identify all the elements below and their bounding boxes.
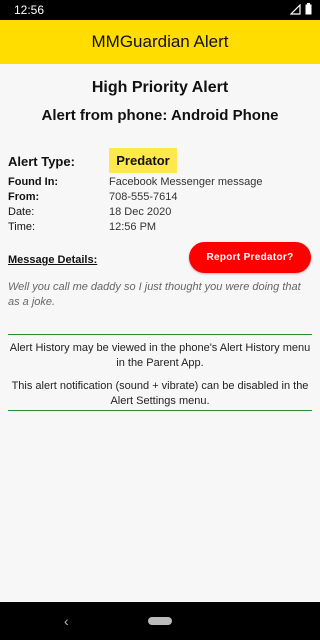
alert-history-note: Alert History may be viewed in the phone…: [9, 342, 311, 369]
time-value: 12:56 PM: [109, 221, 157, 233]
from-label: From:: [8, 191, 40, 203]
app-bar: MMGuardian Alert: [0, 20, 320, 64]
date-value: 18 Dec 2020: [109, 206, 172, 218]
date-label: Date:: [8, 206, 35, 218]
from-value: 708-555-7614: [109, 191, 178, 203]
message-text: Well you call me daddy so I just thought…: [8, 281, 301, 308]
battery-icon: [305, 3, 312, 15]
status-time: 12:56: [14, 3, 45, 17]
home-button[interactable]: [148, 617, 172, 625]
alert-content: High Priority Alert Alert from phone: An…: [0, 64, 320, 602]
report-predator-button[interactable]: Report Predator?: [189, 242, 311, 273]
time-label: Time:: [8, 221, 36, 233]
alert-type-label: Alert Type:: [8, 154, 75, 169]
back-icon[interactable]: ‹: [64, 613, 69, 629]
status-bar: 12:56: [0, 0, 320, 20]
navigation-bar: ‹: [0, 602, 320, 640]
found-in-label: Found In:: [8, 176, 59, 188]
phone-title: Alert from phone: Android Phone: [41, 107, 279, 124]
status-icons: [290, 3, 312, 15]
info-box: Alert History may be viewed in the phone…: [8, 334, 312, 411]
app-title: MMGuardian Alert: [91, 32, 229, 51]
priority-title: High Priority Alert: [91, 79, 229, 96]
alert-type-badge: Predator: [109, 148, 177, 173]
alert-settings-note: This alert notification (sound + vibrate…: [11, 380, 309, 407]
found-in-value: Facebook Messenger message: [109, 176, 263, 188]
message-details-label: Message Details:: [8, 254, 98, 266]
signal-icon: [290, 3, 301, 15]
